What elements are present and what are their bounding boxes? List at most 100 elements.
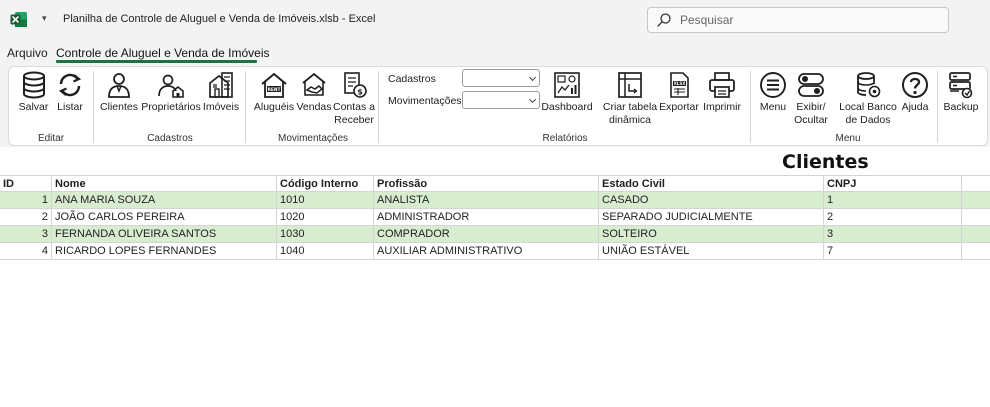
cell-nome[interactable]: ANA MARIA SOUZA — [52, 192, 277, 208]
imoveis-button[interactable]: Imóveis — [203, 71, 239, 129]
vendas-button[interactable]: Vendas — [296, 71, 332, 129]
window-title: Planilha de Controle de Aluguel e Venda … — [63, 13, 376, 25]
group-separator — [937, 71, 938, 143]
criar-tabela-dinamica-button[interactable]: Criar tabela dinâmica — [602, 71, 658, 129]
table-row: 4 RICARDO LOPES FERNANDES 1040 AUXILIAR … — [0, 243, 990, 260]
cell-id[interactable]: 4 — [0, 243, 52, 259]
cell-profissao[interactable]: AUXILIAR ADMINISTRATIVO — [374, 243, 599, 259]
table-row: 2 JOÃO CARLOS PEREIRA 1020 ADMINISTRADOR… — [0, 209, 990, 226]
table-row: 1 ANA MARIA SOUZA 1010 ANALISTA CASADO 1 — [0, 192, 990, 209]
svg-text:RENT: RENT — [268, 87, 281, 93]
menu-button[interactable]: Menu — [758, 71, 788, 129]
cell-nome[interactable]: RICARDO LOPES FERNANDES — [52, 243, 277, 259]
refresh-icon — [58, 73, 82, 97]
contas-label-1: Contas a — [332, 101, 376, 113]
local-banco-de-dados-button[interactable]: Local Banco de Dados — [839, 71, 897, 129]
cell-cnpj[interactable]: 1 — [824, 192, 962, 208]
group-label-movimentacoes: Movimentações — [277, 133, 349, 144]
cell-codigo[interactable]: 1020 — [277, 209, 374, 225]
group-label-editar: Editar — [37, 133, 65, 144]
cell-id[interactable]: 2 — [0, 209, 52, 225]
clientes-button[interactable]: Clientes — [100, 71, 138, 129]
dashboard-label: Dashboard — [541, 101, 593, 113]
cell-codigo[interactable]: 1040 — [277, 243, 374, 259]
cell-nome[interactable]: JOÃO CARLOS PEREIRA — [52, 209, 277, 225]
group-label-menu: Menu — [835, 133, 861, 144]
vendas-label: Vendas — [296, 101, 332, 113]
exibir-label-2: Ocultar — [794, 114, 828, 126]
cell-estado-civil[interactable]: SOLTEIRO — [599, 226, 824, 242]
tab-controle[interactable]: Controle de Aluguel e Venda de Imóveis — [56, 46, 269, 60]
header-codigo-interno[interactable]: Código Interno — [277, 176, 374, 191]
invoice-money-icon: $ — [344, 72, 367, 98]
cell-profissao[interactable]: ANALISTA — [374, 192, 599, 208]
quick-access-dropdown-icon[interactable]: ▾ — [42, 13, 47, 24]
criar-label-1: Criar tabela — [602, 101, 658, 113]
exportar-label: Exportar — [659, 101, 699, 113]
cell-estado-civil[interactable]: CASADO — [599, 192, 824, 208]
excel-logo-icon — [10, 12, 27, 27]
svg-text:$: $ — [357, 87, 363, 96]
cell-profissao[interactable]: COMPRADOR — [374, 226, 599, 242]
proprietarios-button[interactable]: Proprietários — [141, 71, 201, 129]
header-id[interactable]: ID — [0, 176, 52, 191]
building-icon — [209, 72, 233, 98]
cell-cnpj[interactable]: 7 — [824, 243, 962, 259]
cell-cnpj[interactable]: 3 — [824, 226, 962, 242]
imoveis-label: Imóveis — [202, 101, 240, 113]
menu-label: Menu — [759, 101, 787, 113]
owner-icon — [158, 74, 184, 98]
help-icon — [902, 72, 928, 98]
ribbon-tabs: Arquivo Controle de Aluguel e Venda de I… — [0, 40, 990, 65]
group-separator — [93, 71, 94, 143]
group-separator — [245, 71, 246, 143]
search-placeholder: Pesquisar — [680, 13, 734, 27]
cell-estado-civil[interactable]: SEPARADO JUDICIALMENTE — [599, 209, 824, 225]
ajuda-label: Ajuda — [901, 101, 929, 113]
cell-codigo[interactable]: 1010 — [277, 192, 374, 208]
sheet-title: Clientes — [782, 151, 869, 173]
printer-icon — [709, 72, 735, 98]
salvar-button[interactable]: Salvar — [17, 71, 50, 129]
xlsx-file-icon: XLSX — [670, 72, 689, 98]
dashboard-button[interactable]: Dashboard — [541, 71, 593, 129]
imprimir-button[interactable]: Imprimir — [702, 71, 742, 129]
exportar-button[interactable]: XLSX Exportar — [659, 71, 699, 129]
cadastros-combo-label: Cadastros — [388, 73, 436, 85]
header-estado-civil[interactable]: Estado Civil — [599, 176, 824, 191]
header-profissao[interactable]: Profissão — [374, 176, 599, 191]
active-tab-indicator — [56, 60, 257, 63]
header-cnpj[interactable]: CNPJ — [824, 176, 962, 191]
contas-a-receber-button[interactable]: $ Contas a Receber — [332, 71, 376, 129]
backup-button[interactable]: Backup — [943, 71, 979, 129]
alugueis-button[interactable]: RENT Aluguéis — [254, 71, 294, 129]
cell-cnpj[interactable]: 2 — [824, 209, 962, 225]
header-nome[interactable]: Nome — [52, 176, 277, 191]
search-icon — [657, 13, 671, 27]
exibir-label-1: Exibir/ — [796, 101, 826, 113]
imprimir-label: Imprimir — [703, 101, 741, 113]
pivot-table-icon — [618, 72, 642, 98]
proprietarios-label: Proprietários — [141, 101, 201, 113]
movimentacoes-combo[interactable] — [462, 91, 540, 109]
listar-button[interactable]: Listar — [55, 71, 85, 129]
cell-id[interactable]: 3 — [0, 226, 52, 242]
group-label-relatorios: Relatórios — [542, 133, 588, 144]
local-label-1: Local Banco — [839, 101, 897, 113]
tab-arquivo[interactable]: Arquivo — [7, 46, 48, 60]
salvar-label: Salvar — [18, 101, 49, 113]
movimentacoes-combo-label: Movimentações — [388, 95, 462, 107]
cell-id[interactable]: 1 — [0, 192, 52, 208]
cell-profissao[interactable]: ADMINISTRADOR — [374, 209, 599, 225]
group-separator — [750, 71, 751, 143]
exibir-ocultar-button[interactable]: Exibir/ Ocultar — [793, 71, 829, 129]
cell-estado-civil[interactable]: UNIÃO ESTÁVEL — [599, 243, 824, 259]
cell-codigo[interactable]: 1030 — [277, 226, 374, 242]
alugueis-label: Aluguéis — [253, 101, 295, 113]
server-backup-icon — [949, 72, 973, 99]
local-label-2: de Dados — [845, 114, 891, 126]
cell-nome[interactable]: FERNANDA OLIVEIRA SANTOS — [52, 226, 277, 242]
ajuda-button[interactable]: Ajuda — [899, 71, 931, 129]
cadastros-combo[interactable] — [462, 69, 540, 87]
dashboard-icon — [554, 72, 580, 98]
